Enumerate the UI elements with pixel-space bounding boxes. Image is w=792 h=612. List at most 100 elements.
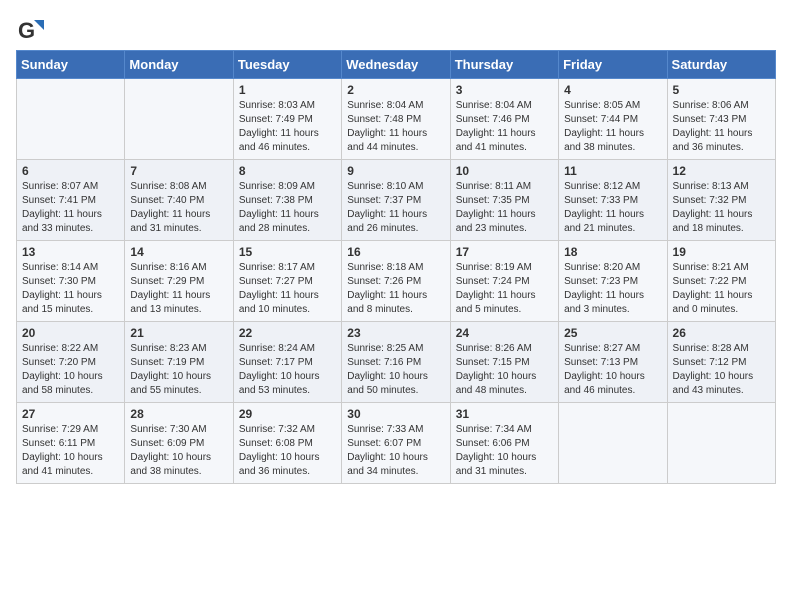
day-info: Sunrise: 8:04 AM Sunset: 7:48 PM Dayligh… — [347, 99, 444, 155]
day-number: 16 — [347, 245, 444, 259]
day-number: 17 — [456, 245, 553, 259]
day-number: 10 — [456, 164, 553, 178]
day-header-saturday: Saturday — [667, 51, 775, 79]
day-number: 18 — [564, 245, 661, 259]
page-header: G — [16, 16, 776, 44]
day-number: 7 — [130, 164, 227, 178]
day-number: 8 — [239, 164, 336, 178]
day-number: 30 — [347, 407, 444, 421]
day-info: Sunrise: 7:29 AM Sunset: 6:11 PM Dayligh… — [22, 423, 119, 479]
calendar-cell: 15 Sunrise: 8:17 AM Sunset: 7:27 PM Dayli… — [233, 241, 341, 322]
day-info: Sunrise: 8:10 AM Sunset: 7:37 PM Dayligh… — [347, 180, 444, 236]
day-info: Sunrise: 8:08 AM Sunset: 7:40 PM Dayligh… — [130, 180, 227, 236]
day-info: Sunrise: 8:07 AM Sunset: 7:41 PM Dayligh… — [22, 180, 119, 236]
calendar-week-5: 27 Sunrise: 7:29 AM Sunset: 6:11 PM Dayli… — [17, 403, 776, 484]
calendar-cell: 19 Sunrise: 8:21 AM Sunset: 7:22 PM Dayli… — [667, 241, 775, 322]
day-info: Sunrise: 8:20 AM Sunset: 7:23 PM Dayligh… — [564, 261, 661, 317]
calendar-week-3: 13 Sunrise: 8:14 AM Sunset: 7:30 PM Dayli… — [17, 241, 776, 322]
calendar-week-1: 1 Sunrise: 8:03 AM Sunset: 7:49 PM Daylig… — [17, 79, 776, 160]
calendar-cell: 4Sunrise: 8:05 AM Sunset: 7:44 PM Daylig… — [559, 79, 667, 160]
calendar-cell: 25 Sunrise: 8:27 AM Sunset: 7:13 PM Dayli… — [559, 322, 667, 403]
day-header-friday: Friday — [559, 51, 667, 79]
day-header-thursday: Thursday — [450, 51, 558, 79]
day-info: Sunrise: 8:14 AM Sunset: 7:30 PM Dayligh… — [22, 261, 119, 317]
calendar-cell: 31Sunrise: 7:34 AM Sunset: 6:06 PM Dayli… — [450, 403, 558, 484]
calendar-cell: 18 Sunrise: 8:20 AM Sunset: 7:23 PM Dayli… — [559, 241, 667, 322]
calendar-cell: 24 Sunrise: 8:26 AM Sunset: 7:15 PM Dayli… — [450, 322, 558, 403]
svg-text:G: G — [18, 18, 35, 43]
calendar-cell — [17, 79, 125, 160]
day-number: 29 — [239, 407, 336, 421]
day-header-monday: Monday — [125, 51, 233, 79]
day-number: 3 — [456, 83, 553, 97]
calendar-cell — [667, 403, 775, 484]
calendar-cell: 7 Sunrise: 8:08 AM Sunset: 7:40 PM Daylig… — [125, 160, 233, 241]
calendar-cell: 23 Sunrise: 8:25 AM Sunset: 7:16 PM Dayli… — [342, 322, 450, 403]
calendar-cell: 27 Sunrise: 7:29 AM Sunset: 6:11 PM Dayli… — [17, 403, 125, 484]
calendar-cell — [559, 403, 667, 484]
calendar-table: SundayMondayTuesdayWednesdayThursdayFrid… — [16, 50, 776, 484]
calendar-cell: 10 Sunrise: 8:11 AM Sunset: 7:35 PM Dayli… — [450, 160, 558, 241]
day-info: Sunrise: 8:27 AM Sunset: 7:13 PM Dayligh… — [564, 342, 661, 398]
day-number: 12 — [673, 164, 770, 178]
day-number: 2 — [347, 83, 444, 97]
day-info: Sunrise: 8:24 AM Sunset: 7:17 PM Dayligh… — [239, 342, 336, 398]
day-info: Sunrise: 8:03 AM Sunset: 7:49 PM Dayligh… — [239, 99, 336, 155]
calendar-cell: 1 Sunrise: 8:03 AM Sunset: 7:49 PM Daylig… — [233, 79, 341, 160]
day-header-wednesday: Wednesday — [342, 51, 450, 79]
day-info: Sunrise: 7:32 AM Sunset: 6:08 PM Dayligh… — [239, 423, 336, 479]
calendar-cell: 13 Sunrise: 8:14 AM Sunset: 7:30 PM Dayli… — [17, 241, 125, 322]
calendar-cell: 3 Sunrise: 8:04 AM Sunset: 7:46 PM Daylig… — [450, 79, 558, 160]
day-info: Sunrise: 8:21 AM Sunset: 7:22 PM Dayligh… — [673, 261, 770, 317]
calendar-cell: 9 Sunrise: 8:10 AM Sunset: 7:37 PM Daylig… — [342, 160, 450, 241]
day-number: 20 — [22, 326, 119, 340]
calendar-cell: 16 Sunrise: 8:18 AM Sunset: 7:26 PM Dayli… — [342, 241, 450, 322]
day-number: 28 — [130, 407, 227, 421]
day-info: Sunrise: 7:34 AM Sunset: 6:06 PM Dayligh… — [456, 423, 553, 479]
day-number: 22 — [239, 326, 336, 340]
day-number: 21 — [130, 326, 227, 340]
calendar-cell: 21 Sunrise: 8:23 AM Sunset: 7:19 PM Dayli… — [125, 322, 233, 403]
header-row: SundayMondayTuesdayWednesdayThursdayFrid… — [17, 51, 776, 79]
calendar-cell — [125, 79, 233, 160]
day-number: 9 — [347, 164, 444, 178]
day-info: Sunrise: 8:09 AM Sunset: 7:38 PM Dayligh… — [239, 180, 336, 236]
day-info: Sunrise: 8:18 AM Sunset: 7:26 PM Dayligh… — [347, 261, 444, 317]
day-number: 5 — [673, 83, 770, 97]
calendar-week-4: 20 Sunrise: 8:22 AM Sunset: 7:20 PM Dayli… — [17, 322, 776, 403]
day-info: Sunrise: 8:11 AM Sunset: 7:35 PM Dayligh… — [456, 180, 553, 236]
day-info: Sunrise: 8:25 AM Sunset: 7:16 PM Dayligh… — [347, 342, 444, 398]
day-info: Sunrise: 8:28 AM Sunset: 7:12 PM Dayligh… — [673, 342, 770, 398]
day-info: Sunrise: 8:23 AM Sunset: 7:19 PM Dayligh… — [130, 342, 227, 398]
calendar-cell: 5Sunrise: 8:06 AM Sunset: 7:43 PM Daylig… — [667, 79, 775, 160]
day-info: Sunrise: 8:12 AM Sunset: 7:33 PM Dayligh… — [564, 180, 661, 236]
day-number: 24 — [456, 326, 553, 340]
day-info: Sunrise: 8:26 AM Sunset: 7:15 PM Dayligh… — [456, 342, 553, 398]
calendar-cell: 14 Sunrise: 8:16 AM Sunset: 7:29 PM Dayli… — [125, 241, 233, 322]
day-info: Sunrise: 8:16 AM Sunset: 7:29 PM Dayligh… — [130, 261, 227, 317]
day-number: 25 — [564, 326, 661, 340]
day-info: Sunrise: 7:33 AM Sunset: 6:07 PM Dayligh… — [347, 423, 444, 479]
day-number: 19 — [673, 245, 770, 259]
day-header-tuesday: Tuesday — [233, 51, 341, 79]
logo: G — [16, 16, 48, 44]
calendar-cell: 22 Sunrise: 8:24 AM Sunset: 7:17 PM Dayli… — [233, 322, 341, 403]
day-number: 14 — [130, 245, 227, 259]
day-number: 1 — [239, 83, 336, 97]
day-info: Sunrise: 8:19 AM Sunset: 7:24 PM Dayligh… — [456, 261, 553, 317]
day-info: Sunrise: 8:13 AM Sunset: 7:32 PM Dayligh… — [673, 180, 770, 236]
day-header-sunday: Sunday — [17, 51, 125, 79]
day-info: Sunrise: 8:22 AM Sunset: 7:20 PM Dayligh… — [22, 342, 119, 398]
day-number: 26 — [673, 326, 770, 340]
logo-icon: G — [16, 16, 44, 44]
day-number: 23 — [347, 326, 444, 340]
calendar-cell: 20 Sunrise: 8:22 AM Sunset: 7:20 PM Dayli… — [17, 322, 125, 403]
day-info: Sunrise: 8:17 AM Sunset: 7:27 PM Dayligh… — [239, 261, 336, 317]
day-info: Sunrise: 8:04 AM Sunset: 7:46 PM Dayligh… — [456, 99, 553, 155]
day-number: 11 — [564, 164, 661, 178]
day-number: 13 — [22, 245, 119, 259]
day-number: 27 — [22, 407, 119, 421]
day-number: 15 — [239, 245, 336, 259]
calendar-cell: 17 Sunrise: 8:19 AM Sunset: 7:24 PM Dayli… — [450, 241, 558, 322]
calendar-cell: 29 Sunrise: 7:32 AM Sunset: 6:08 PM Dayli… — [233, 403, 341, 484]
